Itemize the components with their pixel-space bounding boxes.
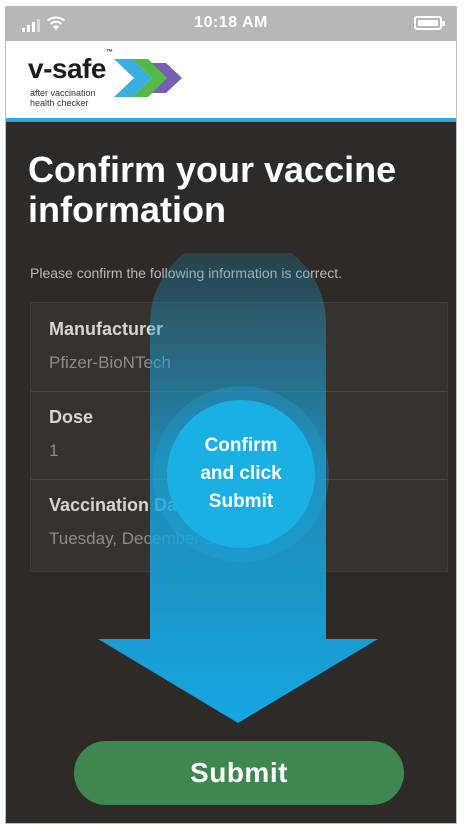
callout-line-1: Confirm (204, 435, 278, 456)
field-value-dose: 1 (49, 441, 59, 460)
callout-line-3: Submit (208, 491, 274, 512)
field-label-dose: Dose (49, 407, 94, 427)
status-time: 10:18 AM (194, 14, 268, 31)
page-title: Confirm your vaccine information (28, 149, 397, 230)
brand-tagline-line-2: health checker (30, 98, 89, 108)
instruction-callout: Confirm and click Submit (167, 400, 315, 548)
submit-button[interactable]: Submit (74, 741, 404, 805)
brand-trademark: ™ (105, 48, 113, 56)
status-bar: 10:18 AM (6, 7, 456, 41)
callout-line-2: and click (200, 463, 282, 484)
brand-tagline-line-1: after vaccination (30, 88, 96, 98)
brand-tagline: after vaccination health checker (30, 88, 96, 108)
app-header: v-safe™ after vaccination health checker (6, 41, 456, 122)
logo-chevrons-icon (114, 59, 182, 97)
battery-icon (414, 16, 445, 30)
brand-name: v-safe (28, 53, 106, 84)
phone-frame: 10:18 AM v-safe™ after vaccination healt… (5, 6, 457, 824)
vsafe-logo: v-safe™ (28, 49, 113, 85)
